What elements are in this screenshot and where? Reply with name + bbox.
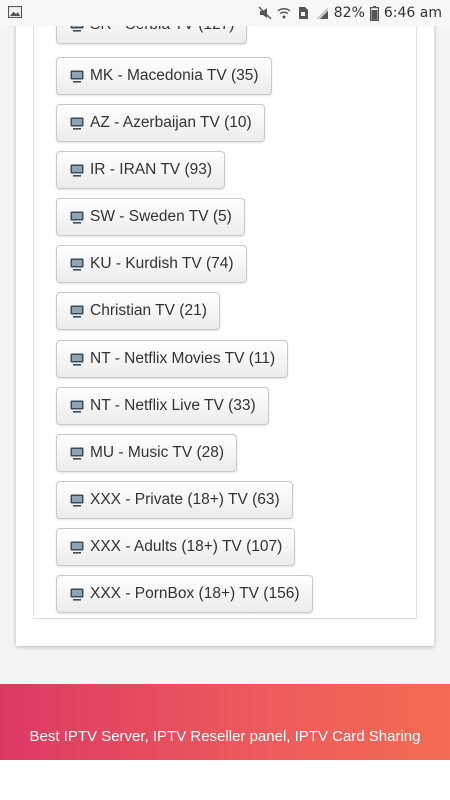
channel-button-christian[interactable]: Christian TV (21) [56,292,220,330]
footer-tagline: Best IPTV Server, IPTV Reseller panel, I… [29,728,421,745]
tv-icon [70,400,84,413]
channel-button-macedonia[interactable]: MK - Macedonia TV (35) [56,57,272,95]
channel-list-panel: SR - Serbia TV (127) MK - Macedonia TV (… [33,0,417,619]
channel-label: Christian TV (21) [90,302,207,319]
mute-icon [258,6,272,20]
tv-icon [70,305,84,318]
channel-button-kurdish[interactable]: KU - Kurdish TV (74) [56,245,247,283]
tv-icon [70,258,84,271]
sim-card-icon [298,7,308,19]
status-indicators: 82% 6:46 am [258,4,442,22]
channel-button-pornbox[interactable]: XXX - PornBox (18+) TV (156) [56,575,313,613]
channel-label: KU - Kurdish TV (74) [90,255,234,272]
channel-button-sweden[interactable]: SW - Sweden TV (5) [56,198,245,236]
channel-label: XXX - PornBox (18+) TV (156) [90,585,300,602]
status-bar: 82% 6:46 am [0,0,450,26]
battery-percentage: 82% [333,5,365,21]
tv-icon [70,494,84,507]
clock: 6:46 am [383,5,442,21]
channel-button-iran[interactable]: IR - IRAN TV (93) [56,151,226,189]
page-bottom-area [0,760,450,800]
channel-label: MK - Macedonia TV (35) [90,67,259,84]
tv-icon [70,541,84,554]
channel-label: NT - Netflix Movies TV (11) [90,350,276,367]
channel-label: XXX - Private (18+) TV (63) [90,491,280,508]
channel-label: XXX - Adults (18+) TV (107) [90,538,283,555]
channel-list-card: SR - Serbia TV (127) MK - Macedonia TV (… [16,0,434,646]
footer-banner: Best IPTV Server, IPTV Reseller panel, I… [0,684,450,760]
channel-label: NT - Netflix Live TV (33) [90,397,256,414]
tv-icon [70,117,84,130]
channel-label: SW - Sweden TV (5) [90,208,232,225]
channel-button-adults[interactable]: XXX - Adults (18+) TV (107) [56,528,296,566]
tv-icon [70,447,84,460]
tv-icon [70,211,84,224]
channel-button-netflix-movies[interactable]: NT - Netflix Movies TV (11) [56,340,289,378]
channel-button-azerbaijan[interactable]: AZ - Azerbaijan TV (10) [56,104,265,142]
signal-strength-icon [315,7,328,19]
channel-button-music[interactable]: MU - Music TV (28) [56,434,238,472]
wifi-icon [277,7,291,19]
image-notification-icon [8,6,22,18]
tv-icon [70,588,84,601]
channel-label: AZ - Azerbaijan TV (10) [90,114,252,131]
battery-icon [369,5,379,21]
channel-button-netflix-live[interactable]: NT - Netflix Live TV (33) [56,387,269,425]
tv-icon [70,70,84,83]
channel-label: IR - IRAN TV (93) [90,161,213,178]
channel-button-private[interactable]: XXX - Private (18+) TV (63) [56,481,293,519]
tv-icon [70,164,84,177]
channel-label: MU - Music TV (28) [90,444,225,461]
tv-icon [70,353,84,366]
